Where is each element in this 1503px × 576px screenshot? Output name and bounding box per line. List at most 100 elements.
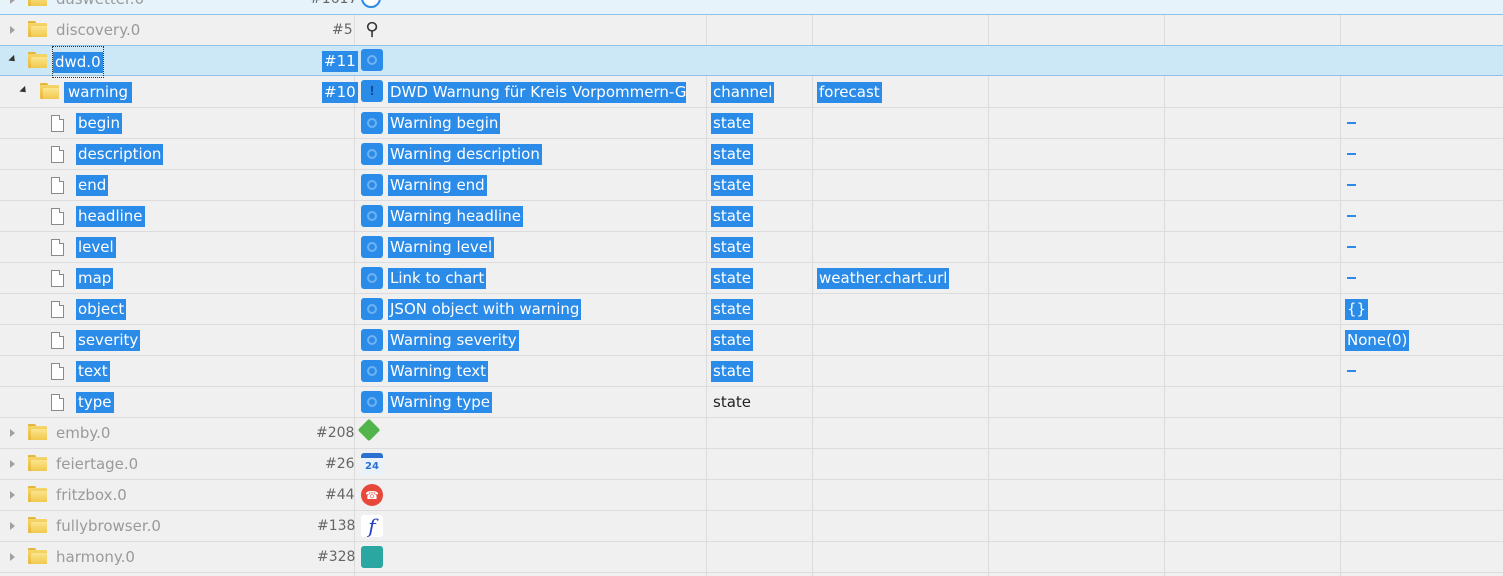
adapter-icon	[361, 49, 383, 71]
table-row[interactable]: text Warning text state	[0, 356, 1503, 387]
table-row[interactable]: type Warning type state	[0, 387, 1503, 418]
table-row[interactable]: map Link to chart state weather.chart.ur…	[0, 263, 1503, 294]
object-type: state	[711, 360, 753, 382]
table-row[interactable]: object JSON object with warning state {}	[0, 294, 1503, 325]
object-value[interactable]	[1347, 122, 1356, 124]
folder-icon	[28, 21, 47, 37]
table-row[interactable]: discovery.0 #5 ⚲	[0, 15, 1503, 46]
folder-icon	[28, 0, 47, 6]
binoculars-icon: ⚲	[365, 18, 379, 40]
table-row[interactable]: harmony.0 #328	[0, 542, 1503, 573]
object-id: level	[76, 236, 116, 258]
expand-arrow-icon[interactable]	[10, 522, 15, 530]
object-type: state	[713, 393, 751, 411]
file-icon	[51, 363, 64, 380]
object-name: JSON object with warning	[388, 298, 582, 320]
object-id: end	[76, 174, 109, 196]
folder-icon	[40, 83, 59, 99]
object-role: weather.chart.url	[817, 267, 950, 289]
expand-arrow-icon[interactable]	[10, 26, 15, 34]
warning-channel-icon: !	[361, 80, 383, 102]
expand-arrow-icon[interactable]	[10, 553, 15, 561]
expand-arrow-icon[interactable]	[10, 460, 15, 468]
state-icon	[361, 205, 383, 227]
table-row[interactable]: fullybrowser.0 #138 f	[0, 511, 1503, 542]
fritzbox-icon: ☎	[361, 484, 383, 506]
object-id: warning	[64, 81, 133, 103]
object-id: map	[76, 267, 114, 289]
collapse-arrow-icon[interactable]	[19, 85, 29, 96]
object-type: state	[711, 143, 753, 165]
file-icon	[51, 208, 64, 225]
expand-arrow-icon[interactable]	[10, 0, 15, 4]
state-icon	[361, 391, 383, 413]
object-id: harmony.0	[56, 548, 135, 566]
table-row[interactable]: fritzbox.0 #44 ☎	[0, 480, 1503, 511]
object-value[interactable]	[1347, 277, 1356, 279]
object-name: Warning end	[388, 174, 487, 196]
object-type: state	[711, 205, 753, 227]
child-count: #138	[317, 518, 356, 534]
child-count: #328	[317, 549, 356, 565]
fully-browser-icon: f	[361, 514, 383, 538]
file-icon	[51, 394, 64, 411]
child-count: #1617	[310, 0, 357, 14]
object-value[interactable]	[1347, 246, 1356, 248]
object-name: Warning severity	[388, 329, 519, 351]
state-icon	[361, 143, 383, 165]
object-value[interactable]	[1347, 184, 1356, 186]
folder-icon	[28, 52, 47, 68]
object-id: text	[76, 360, 110, 382]
state-icon	[361, 236, 383, 258]
object-id: emby.0	[56, 424, 111, 442]
collapse-arrow-icon[interactable]	[8, 54, 18, 65]
table-row[interactable]: daswetter.0 #1617	[0, 0, 1503, 15]
child-count: #5	[332, 22, 353, 38]
table-row[interactable]: begin Warning begin state	[0, 108, 1503, 139]
object-value[interactable]: {}	[1345, 298, 1369, 320]
folder-icon	[28, 486, 47, 502]
table-row[interactable]: headline Warning headline state	[0, 201, 1503, 232]
object-id: discovery.0	[56, 21, 141, 39]
adapter-icon	[361, 0, 381, 8]
table-row[interactable]: warning #10 ! DWD Warnung für Kreis Vorp…	[0, 77, 1503, 108]
object-value[interactable]: None(0)	[1345, 329, 1410, 351]
object-id: headline	[76, 205, 145, 227]
object-type: state	[711, 174, 753, 196]
object-value[interactable]	[1347, 153, 1356, 155]
object-id: daswetter.0	[56, 0, 144, 14]
table-row[interactable]: level Warning level state	[0, 232, 1503, 263]
state-icon	[361, 329, 383, 351]
table-row[interactable]: severity Warning severity state None(0)	[0, 325, 1503, 356]
folder-icon	[28, 548, 47, 564]
object-value[interactable]	[1347, 370, 1356, 372]
folder-icon	[28, 517, 47, 533]
object-id: begin	[76, 112, 122, 134]
folder-icon	[28, 424, 47, 440]
object-type: state	[711, 236, 753, 258]
state-icon	[361, 112, 383, 134]
table-row[interactable]: emby.0 #208	[0, 418, 1503, 449]
expand-arrow-icon[interactable]	[10, 491, 15, 499]
file-icon	[51, 270, 64, 287]
object-type: state	[711, 329, 753, 351]
object-type: state	[711, 298, 753, 320]
object-type: state	[711, 267, 753, 289]
state-icon	[361, 360, 383, 382]
file-icon	[51, 177, 64, 194]
object-value[interactable]	[1347, 215, 1356, 217]
table-row[interactable]: description Warning description state	[0, 139, 1503, 170]
expand-arrow-icon[interactable]	[10, 429, 15, 437]
object-type: state	[711, 112, 753, 134]
table-row[interactable]: dwd.0 #11	[0, 45, 1503, 78]
state-icon	[361, 174, 383, 196]
object-id: severity	[76, 329, 141, 351]
child-count: #44	[325, 487, 355, 503]
emby-icon	[357, 418, 381, 442]
file-icon	[51, 301, 64, 318]
table-row[interactable]: feiertage.0 #26 24	[0, 449, 1503, 480]
calendar-icon: 24	[361, 453, 383, 475]
file-icon	[51, 332, 64, 349]
table-row[interactable]: end Warning end state	[0, 170, 1503, 201]
file-icon	[51, 239, 64, 256]
